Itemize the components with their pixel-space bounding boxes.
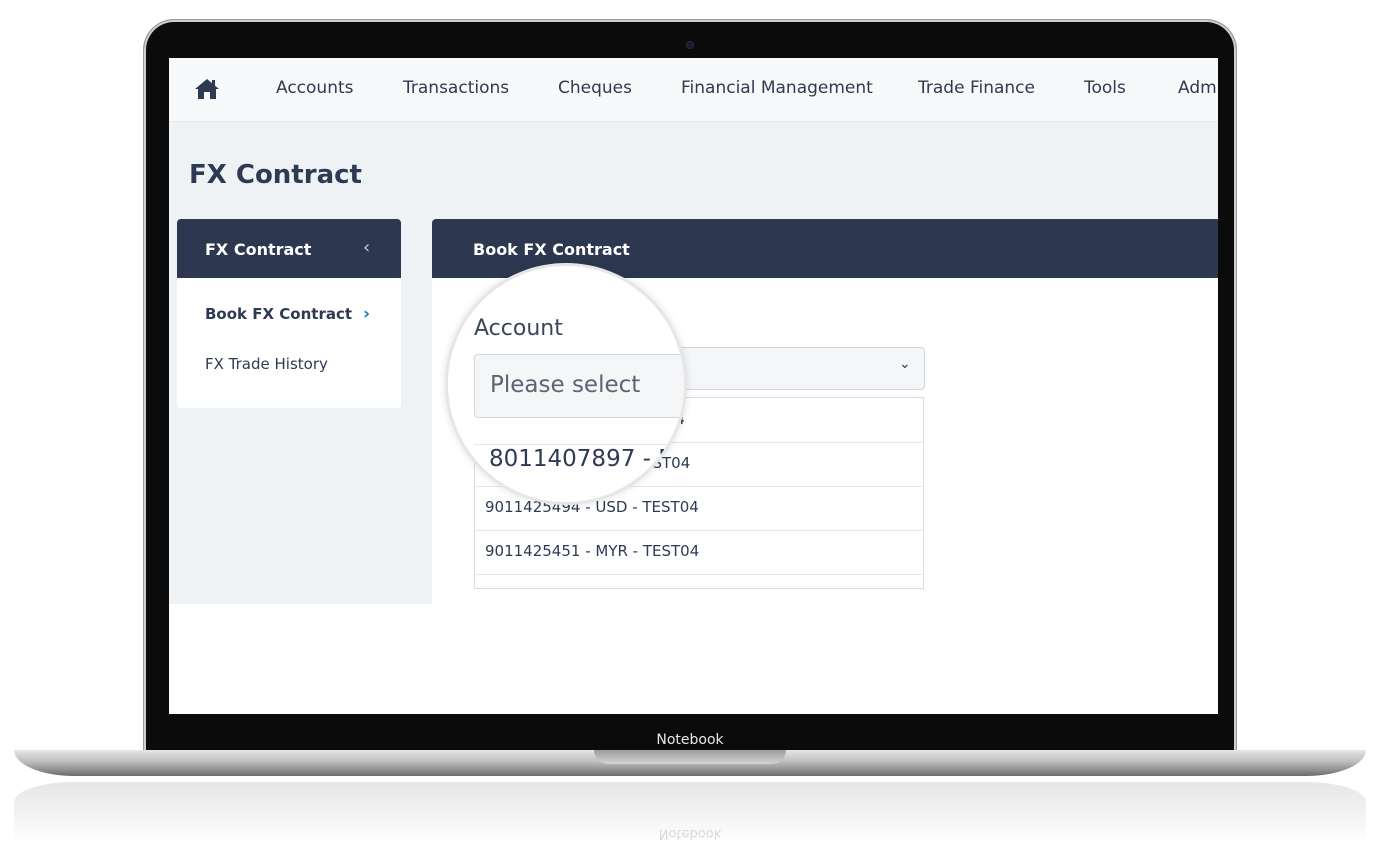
sidebar-item-fx-trade-history[interactable]: FX Trade History [205,355,328,373]
laptop-notch [594,750,786,764]
sidebar-header: FX Contract ‹ [177,219,401,278]
magnified-placeholder: Please select [490,372,641,398]
home-icon[interactable] [194,77,220,101]
magnified-option: 8011407897 - M [489,446,679,472]
sidebar-panel: FX Contract ‹ Book FX Contract › FX Trad… [177,219,401,408]
magnifier-lens: Account Please select 8011407897 - M [445,263,687,505]
sidebar-item-book-fx-contract[interactable]: Book FX Contract [205,305,352,323]
chevron-right-icon: › [363,304,371,324]
screen: Accounts Transactions Cheques Financial … [169,58,1218,714]
list-item[interactable]: 9011425451 - MYR - TEST04 [475,530,923,575]
nav-item-financial-management[interactable]: Financial Management [681,78,873,98]
chevron-left-icon[interactable]: ‹ [363,237,370,258]
camera-icon [686,41,694,49]
nav-item-tools[interactable]: Tools [1084,78,1126,98]
main-panel-title: Book FX Contract [473,240,630,259]
magnified-divider [474,444,684,445]
chevron-down-icon[interactable]: ⌄ [899,356,911,372]
sidebar-title: FX Contract [205,240,312,259]
reflection-label: Notebook [658,826,722,841]
page-title: FX Contract [189,160,362,190]
magnified-account-label: Account [474,316,563,341]
nav-item-admin[interactable]: Adm [1178,78,1217,98]
nav-item-trade-finance[interactable]: Trade Finance [918,78,1035,98]
top-navigation: Accounts Transactions Cheques Financial … [169,58,1218,122]
bezel-label: Notebook [656,732,724,748]
nav-item-cheques[interactable]: Cheques [558,78,632,98]
option-label: 9011425451 - MYR - TEST04 [485,542,700,560]
nav-item-accounts[interactable]: Accounts [276,78,354,98]
nav-item-transactions[interactable]: Transactions [403,78,509,98]
